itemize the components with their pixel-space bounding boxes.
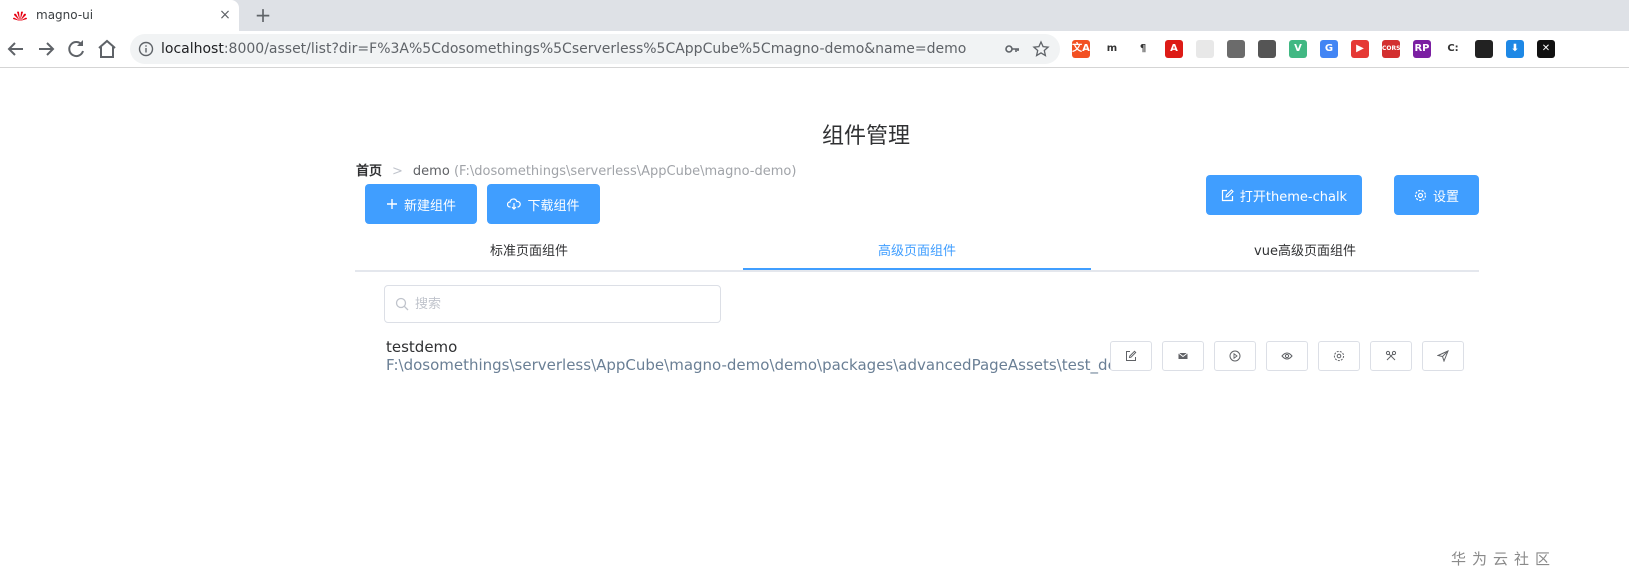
breadcrumb: 首页 > demo (F:\dosomethings\serverless\AppC…	[356, 160, 796, 179]
vue-ext-icon[interactable]: V	[1289, 40, 1307, 58]
breadcrumb-current: demo	[412, 164, 450, 179]
reload-icon[interactable]	[64, 37, 88, 61]
address-bar[interactable]: localhost:8000/asset/list?dir=F%3A%5Cdos…	[130, 34, 1060, 64]
download-component-button[interactable]: 下载组件	[487, 184, 600, 224]
blank-ext-icon[interactable]	[1196, 40, 1214, 58]
tab-standard-page-components[interactable]: 标准页面组件	[355, 232, 703, 272]
eye-icon	[1281, 352, 1293, 360]
google-translate-ext-icon[interactable]: G	[1320, 40, 1338, 58]
gear-icon	[1333, 350, 1345, 362]
key-icon[interactable]	[1004, 41, 1020, 57]
rp-ext-icon[interactable]: RP	[1413, 40, 1431, 58]
send-icon	[1437, 350, 1449, 362]
url-text[interactable]: localhost:8000/asset/list?dir=F%3A%5Cdos…	[161, 41, 966, 57]
url-rest: :8000/asset/list?dir=F%3A%5Cdosomethings…	[223, 41, 967, 57]
paragraph-ext-icon[interactable]: ¶	[1134, 40, 1152, 58]
download-ext-icon[interactable]: ⬇	[1506, 40, 1524, 58]
tab-vue-advanced-page-components[interactable]: vue高级页面组件	[1131, 232, 1479, 272]
message-icon	[1178, 352, 1188, 359]
view-button[interactable]	[1266, 341, 1308, 371]
url-host: localhost	[161, 41, 224, 57]
edit-component-button[interactable]	[1110, 341, 1152, 371]
browser-tabstrip: magno-ui × +	[0, 0, 1629, 31]
angular-ext-icon[interactable]: A	[1165, 40, 1183, 58]
new-component-button[interactable]: 新建组件	[365, 184, 477, 224]
download-component-label: 下载组件	[527, 198, 580, 214]
new-component-label: 新建组件	[403, 198, 456, 214]
back-arrow-icon[interactable]	[4, 37, 28, 61]
home-icon[interactable]	[95, 37, 119, 61]
page-title: 组件管理	[822, 124, 911, 149]
globe-ext-icon[interactable]	[1258, 40, 1276, 58]
cors-ext-icon[interactable]: CORS	[1382, 40, 1400, 58]
preview-play-button[interactable]	[1214, 341, 1256, 371]
translate-ext-icon[interactable]: 文A	[1072, 40, 1090, 58]
m-ext-icon[interactable]: m	[1103, 40, 1121, 58]
component-path: F:\dosomethings\serverless\AppCube\magno…	[386, 356, 1141, 374]
tools-button[interactable]	[1370, 341, 1412, 371]
breadcrumb-separator-icon: >	[392, 164, 403, 179]
plus-icon	[386, 199, 397, 209]
video-play-icon	[1229, 350, 1241, 362]
open-theme-chalk-label: 打开theme-chalk	[1239, 189, 1348, 205]
x-ext-icon[interactable]: ✕	[1537, 40, 1555, 58]
breadcrumb-home[interactable]: 首页	[356, 164, 382, 179]
open-theme-chalk-button[interactable]: 打开theme-chalk	[1206, 175, 1362, 215]
settings-button[interactable]: 设置	[1394, 175, 1479, 215]
cat-ext-icon[interactable]	[1227, 40, 1245, 58]
edit-icon	[1221, 188, 1234, 201]
c-ext-icon[interactable]: C:	[1444, 40, 1462, 58]
component-tabs: 标准页面组件 高级页面组件 vue高级页面组件	[355, 232, 1479, 272]
message-button[interactable]	[1162, 341, 1204, 371]
component-name[interactable]: testdemo	[386, 338, 457, 356]
bookmark-star-icon[interactable]	[1032, 40, 1050, 58]
publish-button[interactable]	[1422, 341, 1464, 371]
forward-arrow-icon[interactable]	[34, 37, 58, 61]
ghost-ext-icon[interactable]	[1475, 40, 1493, 58]
tab-advanced-page-components[interactable]: 高级页面组件	[743, 232, 1091, 272]
cloud-download-icon	[507, 198, 522, 210]
gear-icon	[1414, 189, 1427, 201]
settings-label: 设置	[1432, 189, 1459, 205]
video-ext-icon[interactable]: ▶	[1351, 40, 1369, 58]
tab-close-icon[interactable]: ×	[216, 6, 234, 24]
browser-tab[interactable]: magno-ui ×	[0, 0, 239, 31]
search-icon	[395, 297, 409, 311]
search-input[interactable]	[415, 294, 705, 314]
scissors-icon	[1385, 350, 1397, 361]
huawei-logo-icon	[13, 11, 27, 21]
breadcrumb-path: (F:\dosomethings\serverless\AppCube\magn…	[453, 164, 797, 179]
tab-title: magno-ui	[36, 8, 94, 22]
edit-icon	[1126, 350, 1137, 361]
browser-toolbar: localhost:8000/asset/list?dir=F%3A%5Cdos…	[0, 31, 1629, 68]
new-tab-button[interactable]: +	[252, 4, 274, 26]
active-tab-indicator	[743, 268, 1091, 270]
search-box[interactable]	[384, 285, 721, 323]
component-settings-button[interactable]	[1318, 341, 1360, 371]
info-icon[interactable]	[138, 41, 154, 57]
watermark: 华为云社区	[1451, 550, 1557, 568]
